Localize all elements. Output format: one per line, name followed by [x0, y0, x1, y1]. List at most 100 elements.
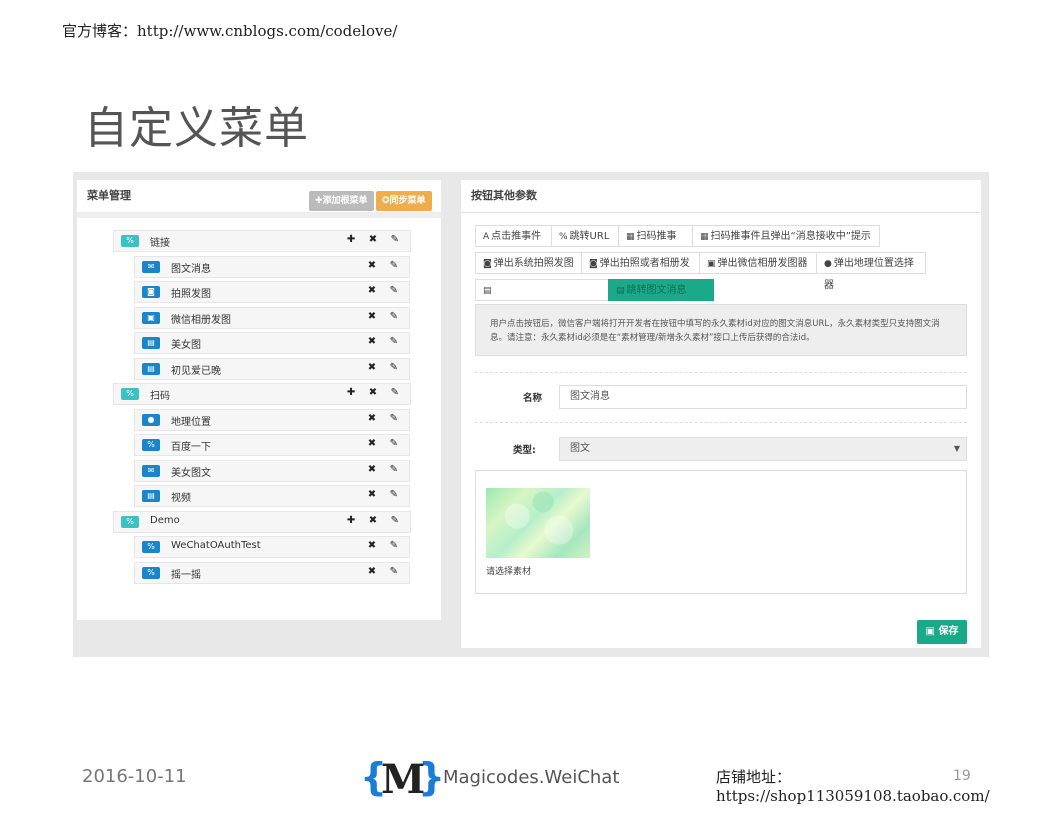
menu-item-label: 链接 [150, 238, 170, 249]
barcode-icon: ▦ [700, 232, 709, 242]
tab-event-type[interactable]: ▤下发消息（除文本消息） [475, 279, 609, 318]
page-number: 19 [953, 768, 971, 784]
keyboard-icon: ▤ [616, 286, 625, 296]
link-icon: % [142, 439, 160, 451]
menu-item-actions[interactable]: ✖ ✎ [368, 464, 403, 475]
menu-child-item[interactable]: ✉ 图文消息 ✖ ✎ [134, 255, 410, 278]
tab-event-type[interactable]: ◙ 弹出系统拍照发图 [475, 252, 582, 274]
menu-child-item[interactable]: ▣ 微信相册发图 ✖ ✎ [134, 306, 410, 329]
screenshot-frame: 菜单管理 ✚添加根菜单 ✪同步菜单 % 链接 ✚ ✖ ✎ ✉ 图文消息 ✖ ✎ ◙ 拍照发图 ✖… [73, 172, 989, 657]
menu-item-label: 微信相册发图 [171, 314, 231, 326]
menu-item-actions[interactable]: ✖ ✎ [368, 285, 403, 296]
keyboard-icon: ▤ [483, 286, 492, 296]
menu-root-item[interactable]: % 扫码 ✚ ✖ ✎ [113, 383, 411, 405]
camera-icon: ◙ [589, 259, 598, 269]
tab-event-type[interactable]: ▦扫码推事件且弹出“消息接收中”提示框 [692, 225, 880, 264]
menu-item-label: 摇一摇 [171, 569, 201, 581]
tab-event-type[interactable]: ▤跳转图文消息URL [608, 279, 714, 318]
logo-letter: M [381, 756, 425, 800]
divider [475, 372, 967, 373]
tab-event-type[interactable]: ▣ 弹出微信相册发图器 [699, 252, 817, 274]
link-icon: % [121, 515, 139, 528]
menu-child-item[interactable]: ● 地理位置 ✖ ✎ [134, 408, 410, 431]
tab-label: 跳转URL [569, 231, 610, 242]
menu-item-label: 初见爱已晚 [171, 365, 221, 377]
menu-child-item[interactable]: ◙ 拍照发图 ✖ ✎ [134, 281, 410, 303]
footer-date: 2016-10-11 [82, 766, 187, 787]
menu-management-panel: 菜单管理 ✚添加根菜单 ✪同步菜单 % 链接 ✚ ✖ ✎ ✉ 图文消息 ✖ ✎ ◙ 拍照发图 ✖… [77, 180, 441, 620]
tab-event-type[interactable]: ● 弹出地理位置选择器 [816, 252, 926, 291]
link-icon: % [142, 566, 160, 579]
menu-item-actions[interactable]: ✖ ✎ [368, 566, 403, 577]
save-icon: ▣ [925, 626, 935, 637]
tab-event-type[interactable]: A 点击推事件 [475, 225, 552, 247]
menu-item-label: WeChatOAuthTest [171, 540, 261, 551]
keyboard-icon: ▤ [142, 490, 160, 502]
menu-item-actions[interactable]: ✖ ✎ [368, 540, 403, 551]
picture-icon: ▣ [142, 311, 160, 324]
info-box: 用户点击按钮后，微信客户端将打开开发者在按钮中填写的永久素材id对应的图文消息U… [475, 304, 967, 356]
menu-item-actions[interactable]: ✚ ✖ ✎ [347, 234, 404, 245]
menu-root-item[interactable]: % 链接 ✚ ✖ ✎ [113, 230, 411, 252]
magicodes-logo: { } M [360, 755, 442, 800]
name-input[interactable]: 图文消息 [559, 385, 967, 409]
tab-event-type[interactable]: % 跳转URL [551, 225, 619, 247]
menu-panel-title: 菜单管理 [87, 189, 131, 202]
menu-child-item[interactable]: ▤ 初见爱已晚 ✖ ✎ [134, 357, 410, 380]
caret-down-icon: ▼ [953, 444, 960, 453]
envelope-icon: ✉ [142, 464, 160, 477]
menu-item-actions[interactable]: ✚ ✖ ✎ [347, 387, 404, 398]
tab-event-type[interactable]: ◙弹出拍照或者相册发图 [581, 252, 700, 291]
tab-label: 点击推事件 [491, 231, 542, 242]
menu-item-actions[interactable]: ✖ ✎ [368, 438, 403, 449]
link-icon: % [559, 232, 568, 242]
sync-menu-button[interactable]: ✪同步菜单 [376, 191, 432, 211]
name-label: 名称 [523, 393, 543, 404]
link-icon: % [121, 388, 139, 400]
menu-item-actions[interactable]: ✖ ✎ [368, 489, 403, 500]
menu-root-item[interactable]: % Demo ✚ ✖ ✎ [113, 510, 411, 533]
menu-item-label: 扫码 [150, 391, 170, 402]
menu-child-item[interactable]: % 摇一摇 ✖ ✎ [134, 561, 410, 584]
menu-item-label: 百度一下 [171, 442, 211, 453]
divider [475, 422, 967, 423]
menu-item-label: 美女图文 [171, 467, 211, 479]
menu-child-item[interactable]: % 百度一下 ✖ ✎ [134, 434, 410, 456]
button-params-panel: 按钮其他参数 A点击推事件%跳转URL▦扫码推事件▦扫码推事件且弹出“消息接收中… [461, 180, 981, 648]
save-button[interactable]: ▣ 保存 [917, 620, 967, 644]
menu-item-actions[interactable]: ✖ ✎ [368, 413, 403, 424]
picture-icon: ▣ [707, 259, 716, 269]
menu-item-actions[interactable]: ✖ ✎ [368, 260, 403, 271]
header-divider [77, 212, 441, 218]
menu-item-label: 地理位置 [171, 416, 211, 428]
link-icon: % [142, 541, 160, 553]
blog-link: 官方博客：http://www.cnblogs.com/codelove/ [62, 22, 398, 40]
menu-child-item[interactable]: ▤ 美女图 ✖ ✎ [134, 332, 410, 354]
menu-item-actions[interactable]: ✖ ✎ [368, 311, 403, 322]
map-marker-icon: ● [142, 413, 160, 426]
menu-item-actions[interactable]: ✖ ✎ [368, 336, 403, 347]
shop-link: 店铺地址：https://shop113059108.taobao.com/ [716, 768, 990, 805]
menu-child-item[interactable]: ✉ 美女图文 ✖ ✎ [134, 459, 410, 482]
type-label: 类型: [513, 445, 536, 456]
tab-event-type[interactable]: ▦扫码推事件 [618, 225, 693, 264]
barcode-icon: ▦ [626, 232, 635, 242]
type-select[interactable]: 图文 ▼ [559, 437, 967, 461]
media-thumbnail[interactable] [486, 488, 590, 558]
params-panel-header: 按钮其他参数 [461, 180, 981, 213]
media-picker[interactable]: 请选择素材 [475, 470, 967, 594]
keyboard-icon: ▤ [142, 337, 160, 349]
menu-item-actions[interactable]: ✖ ✎ [368, 362, 403, 373]
logo-text: Magicodes.WeiChat [443, 767, 620, 788]
menu-panel-header: 菜单管理 ✚添加根菜单 ✪同步菜单 [77, 180, 441, 213]
envelope-icon: ✉ [142, 260, 160, 273]
menu-child-item[interactable]: % WeChatOAuthTest ✖ ✎ [134, 536, 410, 558]
menu-item-actions[interactable]: ✚ ✖ ✎ [347, 515, 404, 526]
type-select-value: 图文 [570, 443, 590, 454]
menu-child-item[interactable]: ▤ 视频 ✖ ✎ [134, 485, 410, 507]
add-root-menu-button[interactable]: ✚添加根菜单 [309, 191, 374, 211]
link-icon: % [121, 235, 139, 247]
font-icon: A [483, 232, 490, 242]
camera-icon: ◙ [483, 259, 492, 269]
tab-label: 弹出地理位置选择器 [824, 258, 914, 291]
